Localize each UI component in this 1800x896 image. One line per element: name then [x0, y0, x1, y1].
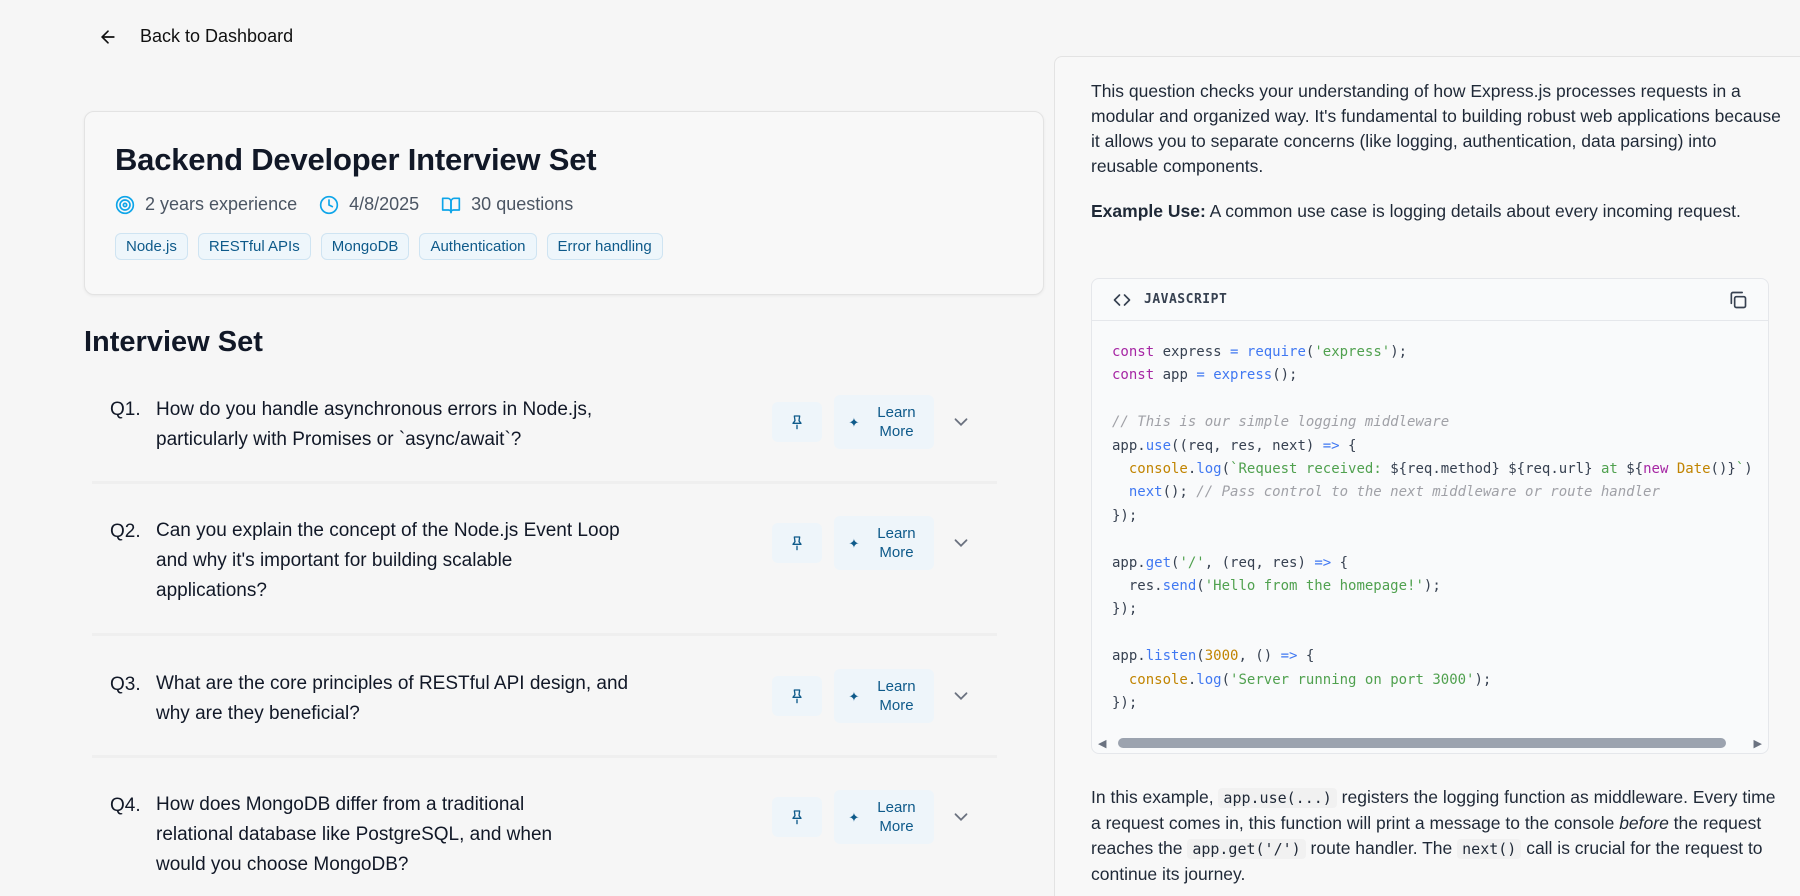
question-list: Q1. How do you handle asynchronous error… — [92, 385, 997, 888]
target-icon — [115, 195, 135, 214]
question-actions: ✦ Learn More — [772, 395, 972, 449]
chevron-down-icon[interactable] — [950, 532, 972, 554]
pin-button[interactable] — [772, 676, 822, 716]
copy-icon[interactable] — [1728, 290, 1748, 310]
example-use-text: A common use case is logging details abo… — [1205, 201, 1741, 221]
arrow-left-icon — [101, 29, 115, 44]
sparkle-icon: ✦ — [848, 535, 860, 551]
question-actions: ✦ Learn More — [772, 669, 972, 723]
panel-intro: This question checks your understanding … — [1091, 81, 1781, 176]
explanation-text: In this example, — [1091, 787, 1219, 807]
book-open-icon — [442, 197, 461, 213]
question-number: Q3. — [110, 674, 141, 695]
question-item[interactable]: Q4. How does MongoDB differ from a tradi… — [92, 758, 997, 888]
learn-more-panel[interactable]: This question checks your understanding … — [1054, 56, 1800, 896]
learn-more-button[interactable]: ✦ Learn More — [834, 516, 934, 570]
question-text: How do you handle asynchronous errors in… — [156, 399, 593, 450]
question-number: Q2. — [110, 521, 141, 542]
interview-set-header-card: Backend Developer Interview Set 2 years … — [84, 111, 1044, 295]
pin-button[interactable] — [772, 402, 822, 442]
learn-more-button[interactable]: ✦ Learn More — [834, 790, 934, 844]
example-use-paragraph: Example Use: A common use case is loggin… — [1091, 199, 1781, 224]
question-actions: ✦ Learn More — [772, 790, 972, 844]
question-item[interactable]: Q3. What are the core principles of REST… — [92, 636, 997, 758]
question-number: Q4. — [110, 795, 141, 816]
inline-code: app.get('/') — [1187, 839, 1306, 859]
chevron-down-icon[interactable] — [950, 806, 972, 828]
code-horizontal-scrollbar[interactable]: ◀ ▶ — [1092, 733, 1768, 753]
scroll-right-icon[interactable]: ▶ — [1754, 737, 1762, 750]
code-icon — [1113, 293, 1131, 306]
tag: RESTful APIs — [197, 233, 311, 260]
learn-more-button[interactable]: ✦ Learn More — [834, 669, 934, 723]
chevron-down-icon[interactable] — [950, 685, 972, 707]
tag: Error handling — [546, 233, 663, 260]
question-item[interactable]: Q1. How do you handle asynchronous error… — [92, 385, 997, 484]
example-use-label: Example Use: — [1091, 201, 1206, 221]
tag: MongoDB — [320, 233, 410, 260]
sparkle-icon: ✦ — [848, 688, 860, 704]
learn-more-label: Learn More — [877, 678, 916, 714]
tag-list: Node.js RESTful APIs MongoDB Authenticat… — [115, 233, 1013, 260]
back-to-dashboard-link[interactable]: Back to Dashboard — [98, 26, 293, 47]
explanation-text: route handler. The — [1305, 838, 1458, 858]
code-block: JAVASCRIPT const express = require('expr… — [1091, 278, 1769, 754]
inline-code: next() — [1457, 839, 1522, 859]
back-label: Back to Dashboard — [140, 26, 294, 46]
tag: Node.js — [115, 233, 188, 260]
sparkle-icon: ✦ — [848, 809, 860, 825]
pin-icon — [792, 810, 802, 825]
inline-code: app.use(...) — [1218, 788, 1337, 808]
section-title: Interview Set — [84, 326, 263, 358]
learn-more-button[interactable]: ✦ Learn More — [834, 395, 934, 449]
pin-icon — [792, 536, 802, 551]
sparkle-icon: ✦ — [848, 414, 860, 430]
page-title: Backend Developer Interview Set — [115, 142, 597, 177]
question-item[interactable]: Q2. Can you explain the concept of the N… — [92, 484, 997, 636]
learn-more-label: Learn More — [877, 404, 916, 440]
meta-row: 2 years experience 4/8/2025 30 questions — [115, 194, 1013, 215]
scroll-thumb[interactable] — [1118, 738, 1727, 748]
code-explanation: In this example, app.use(...) registers … — [1091, 785, 1781, 887]
experience-label: 2 years experience — [145, 194, 298, 214]
chevron-down-icon[interactable] — [950, 411, 972, 433]
emphasis-text: before — [1619, 813, 1669, 833]
pin-button[interactable] — [772, 523, 822, 563]
learn-more-label: Learn More — [877, 799, 916, 835]
clock-icon — [319, 195, 339, 214]
question-text: How does MongoDB differ from a tradition… — [156, 794, 553, 875]
tag: Authentication — [419, 233, 537, 260]
question-text: What are the core principles of RESTful … — [156, 673, 629, 724]
code-language-label: JAVASCRIPT — [1144, 292, 1228, 307]
question-actions: ✦ Learn More — [772, 516, 972, 570]
learn-more-label: Learn More — [877, 525, 916, 561]
question-number: Q1. — [110, 399, 141, 420]
pin-icon — [792, 415, 802, 430]
pin-icon — [792, 689, 802, 704]
questions-meta: 30 questions — [441, 194, 573, 215]
code-content: const express = require('express'); cons… — [1112, 344, 1753, 712]
pin-button[interactable] — [772, 797, 822, 837]
code-header: JAVASCRIPT — [1092, 279, 1768, 321]
date-label: 4/8/2025 — [349, 194, 420, 214]
scroll-left-icon[interactable]: ◀ — [1098, 737, 1106, 750]
experience-meta: 2 years experience — [115, 194, 297, 215]
question-text: Can you explain the concept of the Node.… — [156, 520, 620, 601]
date-meta: 4/8/2025 — [319, 194, 419, 215]
questions-count-label: 30 questions — [471, 194, 574, 214]
